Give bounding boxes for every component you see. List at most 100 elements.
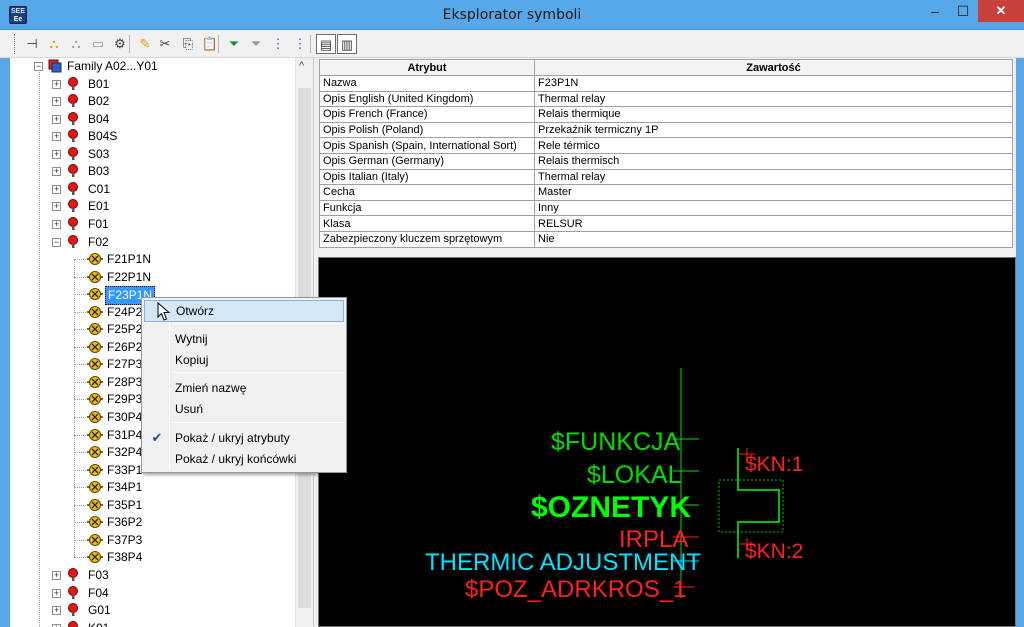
filter-icon[interactable]: ⏷: [224, 34, 244, 54]
tree-node[interactable]: − F02: [10, 234, 295, 251]
attribute-row[interactable]: Nazwa F23P1N: [319, 75, 1013, 92]
attributes-table: Atrybut Zawartość Nazwa F23P1N Opis Englis…: [319, 59, 1013, 248]
attribute-row[interactable]: Klasa RELSUR: [319, 215, 1013, 232]
folder-gray-icon[interactable]: ▭: [88, 34, 108, 54]
attribute-value-cell[interactable]: Rele térmico: [534, 137, 1013, 154]
symbol-icon: [87, 463, 103, 477]
close-button[interactable]: ✕: [978, 0, 1024, 22]
tree-expander-icon[interactable]: +: [52, 202, 61, 212]
copy-icon[interactable]: ⎘: [178, 34, 198, 54]
tree-node-label: F28P3: [107, 374, 143, 389]
attribute-row[interactable]: Opis Spanish (Spain, International Sort)…: [319, 137, 1013, 154]
tree-node-label: F37P3: [107, 532, 143, 547]
menu-item-toggle-terminals[interactable]: Pokaż / ukryj końcówki: [144, 448, 344, 470]
tree-node-label: F22P1N: [107, 269, 152, 284]
tree-leaf-node[interactable]: F22P1N: [10, 269, 295, 286]
attribute-row[interactable]: Opis German (Germany) Relais thermisch: [319, 152, 1013, 170]
tree-node[interactable]: + B04S: [10, 128, 295, 145]
attribute-row[interactable]: Opis English (United Kingdom) Thermal rel…: [319, 90, 1013, 108]
attribute-value-cell[interactable]: Relais thermisch: [534, 152, 1013, 170]
tree-expander-icon[interactable]: +: [52, 79, 61, 89]
tree-node[interactable]: + F01: [10, 216, 295, 233]
symbol-group-icon: [67, 603, 81, 617]
cut-icon[interactable]: ✂: [155, 34, 175, 54]
folder-edit-icon[interactable]: ✎: [135, 34, 155, 54]
tree-node[interactable]: + B01: [10, 76, 295, 93]
tree-node[interactable]: + G01: [10, 602, 295, 619]
attribute-value-cell[interactable]: Relais thermique: [534, 106, 1013, 123]
symbol-preview-canvas[interactable]: $FUNKCJA $LOKAL $OZNETYK IRPLA THERMIC A…: [318, 257, 1016, 627]
tree-node-label: F02: [88, 234, 109, 249]
tree-expander-icon[interactable]: +: [52, 167, 61, 177]
gear-icon[interactable]: ⚙: [110, 34, 130, 54]
tree-expander-icon[interactable]: +: [52, 570, 61, 580]
menu-item-rename[interactable]: Zmień nazwę: [144, 377, 344, 399]
toolbar-grip[interactable]: [14, 34, 17, 54]
tree-node[interactable]: + B03: [10, 163, 295, 180]
tree-node[interactable]: + S03: [10, 146, 295, 163]
attribute-value-cell[interactable]: Thermal relay: [534, 168, 1013, 186]
tree-expander-icon[interactable]: +: [52, 588, 61, 598]
tree-root-node[interactable]: − Family A02...Y01: [10, 58, 295, 75]
paste-icon[interactable]: 📋: [200, 34, 220, 54]
tree-expander-icon[interactable]: +: [52, 114, 61, 124]
tree-expander-icon[interactable]: +: [52, 97, 61, 107]
maximize-button[interactable]: ☐: [949, 0, 977, 22]
attribute-value-cell[interactable]: Inny: [534, 199, 1013, 217]
filter-gray-icon[interactable]: ⏷: [246, 34, 266, 54]
column-header-attribute[interactable]: Atrybut: [319, 59, 535, 76]
open-folder-gray-icon[interactable]: ⛬: [66, 34, 86, 54]
tree-node[interactable]: + F04: [10, 585, 295, 602]
symbol-group-icon: [67, 620, 81, 627]
menu-item-toggle-attributes[interactable]: Pokaż / ukryj atrybuty ✔: [144, 427, 344, 449]
minimize-button[interactable]: –: [921, 0, 949, 22]
title-bar[interactable]: SEE Ee Eksplorator symboli – ☐ ✕: [0, 0, 1024, 30]
menu-item-open[interactable]: Otwórz: [144, 300, 344, 322]
tree-node[interactable]: + B04: [10, 111, 295, 128]
attribute-row[interactable]: Cecha Master: [319, 184, 1013, 201]
tree-leaf-node[interactable]: F36P2: [10, 514, 295, 531]
tree-expander-icon[interactable]: +: [52, 623, 61, 627]
attribute-name-cell: Klasa: [319, 215, 535, 232]
tree-leaf-node[interactable]: F21P1N: [10, 251, 295, 268]
attribute-row[interactable]: Opis French (France) Relais thermique: [319, 106, 1013, 123]
tree-node[interactable]: + E01: [10, 198, 295, 215]
tree-leaf-node[interactable]: F38P4: [10, 549, 295, 566]
attribute-name-cell: Opis French (France): [319, 106, 535, 123]
menu-item-cut[interactable]: Wytnij: [144, 328, 344, 350]
view-list-icon[interactable]: ▥: [337, 34, 357, 54]
attribute-row[interactable]: Funkcja Inny: [319, 199, 1013, 217]
attribute-value-cell[interactable]: Przekaźnik termiczny 1P: [534, 121, 1013, 139]
attribute-row[interactable]: Opis Italian (Italy) Thermal relay: [319, 168, 1013, 186]
view-attributes-icon[interactable]: ▤: [316, 34, 336, 54]
tree-expander-icon[interactable]: +: [52, 606, 61, 616]
open-folder-icon[interactable]: ⛬: [44, 34, 64, 54]
attribute-value-cell[interactable]: Master: [534, 184, 1013, 201]
tree-node[interactable]: + C01: [10, 181, 295, 198]
collapse-tree-icon[interactable]: ⋮: [290, 34, 310, 54]
new-symbol-icon[interactable]: ⊣: [22, 34, 42, 54]
attribute-row[interactable]: Zabezpieczony kluczem sprzętowym Nie: [319, 230, 1013, 248]
tree-expander-icon[interactable]: +: [52, 219, 61, 229]
tree-node[interactable]: + F03: [10, 567, 295, 584]
attribute-value-cell[interactable]: Thermal relay: [534, 90, 1013, 108]
tree-leaf-node[interactable]: F34P1: [10, 479, 295, 496]
attribute-value-cell[interactable]: Nie: [534, 230, 1013, 248]
tree-expander-icon[interactable]: +: [52, 184, 61, 194]
menu-item-copy[interactable]: Kopiuj: [144, 349, 344, 371]
tree-node[interactable]: + B02: [10, 93, 295, 110]
column-header-content[interactable]: Zawartość: [534, 59, 1013, 76]
tree-node[interactable]: + K01: [10, 620, 295, 627]
tree-expander-icon[interactable]: −: [52, 237, 61, 247]
attribute-value-cell[interactable]: RELSUR: [534, 215, 1013, 232]
tree-expander-icon[interactable]: −: [34, 62, 43, 71]
tree-expander-icon[interactable]: +: [52, 149, 61, 159]
attribute-row[interactable]: Opis Polish (Poland) Przekaźnik termiczny…: [319, 121, 1013, 139]
tree-leaf-node[interactable]: F35P1: [10, 497, 295, 514]
tree-leaf-node[interactable]: F37P3: [10, 532, 295, 549]
scroll-up-icon[interactable]: ^: [299, 60, 304, 72]
attribute-value-cell[interactable]: F23P1N: [534, 75, 1013, 92]
expand-tree-icon[interactable]: ⋮: [268, 34, 288, 54]
tree-expander-icon[interactable]: +: [52, 132, 61, 142]
menu-item-delete[interactable]: Usuń: [144, 398, 344, 420]
